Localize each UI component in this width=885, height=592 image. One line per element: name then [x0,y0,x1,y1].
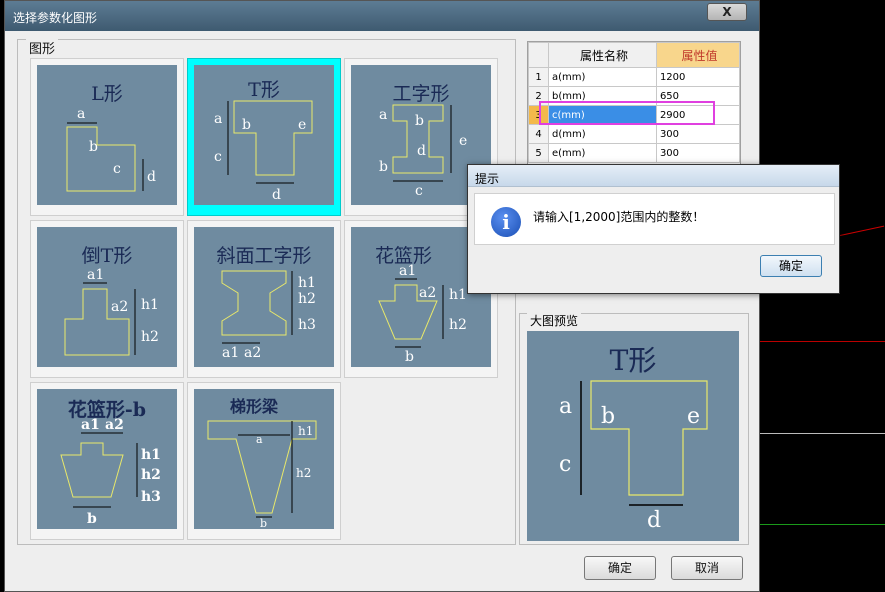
dim-label: c [415,183,423,199]
cad-line-white [760,433,885,434]
dim-label: c [559,452,571,477]
cad-line-green [760,524,885,525]
tile-name: 工字形 [392,83,450,105]
dim-label: b [242,117,251,133]
dim-label: d [147,169,156,185]
column-header-name: 属性名称 [548,42,657,68]
dim-label: a1 [222,345,239,361]
cad-line-red [839,225,885,236]
dim-label: b [601,404,615,429]
table-row[interactable]: 4 d(mm) 300 [528,124,741,144]
window-title: 选择参数化图形 [13,11,98,25]
row-index: 1 [528,67,549,87]
dim-label: h2 [141,329,159,345]
dim-label: a [256,433,263,446]
dim-label: a [559,394,572,419]
dim-label: h3 [141,489,161,505]
ok-button[interactable]: 确定 [584,556,656,580]
dim-label: h2 [449,317,467,333]
tile-name: 斜面工字形 [216,245,312,267]
dim-label: d [272,187,281,203]
tile-trapezoid-image: 梯形梁 a h1 h2 b [194,389,334,529]
tile-t-shape[interactable]: T形 a b e c d [187,58,341,216]
cad-line-red-2 [760,341,885,342]
property-name: d(mm) [548,124,657,144]
dim-label: h1 [141,297,159,313]
message-title: 提示 [475,172,500,186]
dim-label: b [405,349,414,365]
message-title-bar: 提示 [468,165,839,187]
dim-label: h2 [298,291,316,307]
table-row[interactable]: 5 e(mm) 300 [528,143,741,163]
tile-inverted-t-shape[interactable]: 倒T形 a1 a2 h1 h2 [30,220,184,378]
cancel-button[interactable]: 取消 [671,556,743,580]
tile-slope-i-image: 斜面工字形 h1 h2 h3 a1 a2 [194,227,334,367]
dim-label: h1 [298,424,313,438]
preview-image: T形 a b e c d [527,331,739,541]
dim-label: e [298,117,306,133]
message-ok-button[interactable]: 确定 [760,255,822,277]
tile-name: 倒T形 [81,245,133,267]
tile-basket-b-shape[interactable]: 花篮形-b a1 a2 h1 h2 h3 b [30,382,184,540]
message-body: i 请输入[1,2000]范围内的整数！ [474,193,835,245]
dim-label: a2 [111,299,128,315]
property-value[interactable]: 1200 [655,67,741,87]
message-dialog: 提示 i 请输入[1,2000]范围内的整数！ 确定 [467,164,840,294]
dim-label: d [417,143,426,159]
dim-label: e [687,404,700,429]
close-button[interactable]: X [707,3,747,21]
property-name: e(mm) [548,143,657,163]
dim-label: a [214,111,222,127]
property-name: a(mm) [548,67,657,87]
dim-label: h1 [449,287,467,303]
tile-name: T形 [248,79,280,101]
grid-corner [528,42,549,68]
info-icon: i [491,207,521,237]
dim-label: b [260,517,267,529]
tile-l-shape-image: L形 a b c d [37,65,177,205]
tile-name: L形 [91,83,123,105]
tile-name: 花篮形-b [67,399,147,421]
preview-label: 大图预览 [527,312,582,329]
dim-label: h3 [298,317,316,333]
dim-label: a1 [87,267,104,283]
row-index: 4 [528,124,549,144]
column-header-value: 属性值 [655,42,741,68]
property-value[interactable]: 300 [655,143,741,163]
dim-label: a2 [419,285,436,301]
row-index: 5 [528,143,549,163]
tile-t-shape-image: T形 a b e c d [194,65,334,205]
property-value[interactable]: 300 [655,124,741,144]
message-text: 请输入[1,2000]范围内的整数！ [533,210,705,224]
tile-name: 梯形梁 [229,397,278,416]
preview-shape-name: T形 [609,344,657,377]
dialog-window: 选择参数化图形 X 图形 L形 a b c d T形 a b e c d 工字形… [4,0,760,592]
dim-label: a2 [244,345,261,361]
tile-slope-i-shape[interactable]: 斜面工字形 h1 h2 h3 a1 a2 [187,220,341,378]
dim-label: a [77,106,85,122]
tile-trapezoid-beam[interactable]: 梯形梁 a h1 h2 b [187,382,341,540]
dim-label: d [647,508,661,533]
shape-group: 图形 L形 a b c d T形 a b e c d 工字形 a b e d b… [17,38,516,545]
dim-label: b [415,113,424,129]
dim-label: a [379,107,387,123]
dim-label: h1 [298,275,316,291]
dim-label: c [113,161,121,177]
dim-label: b [89,139,98,155]
dim-label: b [379,159,388,175]
dim-label: h2 [141,467,161,483]
tile-inverted-t-image: 倒T形 a1 a2 h1 h2 [37,227,177,367]
dim-label: e [459,133,467,149]
edit-highlight [539,101,715,125]
table-row[interactable]: 1 a(mm) 1200 [528,67,741,87]
group-label: 图形 [26,38,59,57]
title-bar: 选择参数化图形 X [5,1,759,31]
tile-basket-b-image: 花篮形-b a1 a2 h1 h2 h3 b [37,389,177,529]
tile-l-shape[interactable]: L形 a b c d [30,58,184,216]
dim-label: c [214,149,222,165]
dim-label: h2 [296,466,311,480]
dim-label: h1 [141,447,161,463]
dim-label: b [87,511,97,527]
